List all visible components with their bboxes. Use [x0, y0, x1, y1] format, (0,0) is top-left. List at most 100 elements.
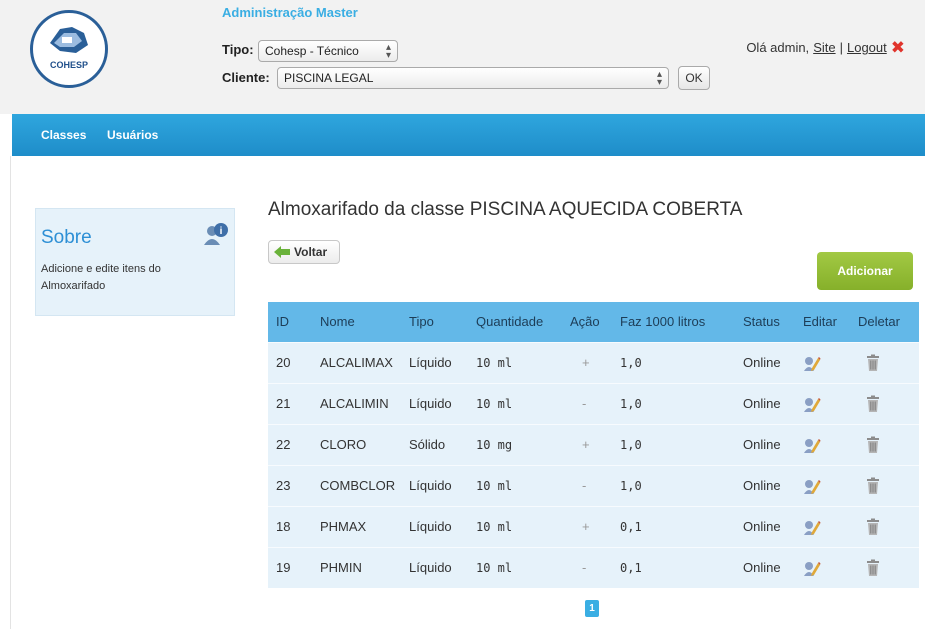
cohesp-logo[interactable]: COHESP: [30, 10, 108, 88]
cell-delete: [850, 546, 919, 588]
ok-button[interactable]: OK: [678, 66, 710, 90]
table-row: 20 ALCALIMAX Líquido 10 ml +1,0 Online: [268, 341, 919, 383]
cell-acao: +: [562, 341, 612, 383]
cell-nome: PHMIN: [312, 546, 401, 588]
pencil-icon[interactable]: [803, 477, 821, 494]
tipo-select-value: Cohesp - Técnico: [265, 44, 359, 58]
nav-item-usuarios[interactable]: Usuários: [107, 128, 158, 142]
add-button[interactable]: Adicionar: [817, 252, 913, 290]
pagination-page-1[interactable]: 1: [585, 600, 599, 617]
cell-status: Online: [735, 546, 795, 588]
col-header-editar: Editar: [803, 314, 837, 330]
col-header-deletar: Deletar: [858, 314, 900, 330]
col-header-id[interactable]: ID: [268, 302, 312, 342]
cell-nome: ALCALIMAX: [312, 341, 401, 383]
cell-acao: -: [562, 464, 612, 506]
admin-title: Administração Master: [222, 5, 358, 20]
cell-nome: CLORO: [312, 423, 401, 465]
cell-edit: [795, 464, 850, 506]
cell-tipo: Líquido: [401, 341, 468, 383]
cliente-select-value: PISCINA LEGAL: [284, 71, 374, 85]
back-button[interactable]: Voltar: [268, 240, 340, 264]
cell-delete: [850, 341, 919, 383]
cell-delete: [850, 464, 919, 506]
cell-tipo: Líquido: [401, 546, 468, 588]
cell-status: Online: [735, 464, 795, 506]
cliente-label: Cliente:: [222, 70, 270, 85]
cell-edit: [795, 546, 850, 588]
trash-icon[interactable]: [864, 559, 882, 576]
cell-status: Online: [735, 382, 795, 424]
cell-faz: 0,1: [612, 505, 735, 547]
cell-id: 23: [268, 464, 312, 506]
col-header-status[interactable]: Status: [735, 302, 795, 342]
pencil-icon[interactable]: [803, 559, 821, 576]
cell-tipo: Líquido: [401, 505, 468, 547]
main-navbar: Classes Usuários: [12, 114, 925, 156]
close-x-icon[interactable]: ✖: [891, 39, 905, 56]
cliente-select[interactable]: PISCINA LEGAL ▴ ▾: [277, 67, 669, 89]
cell-status: Online: [735, 423, 795, 465]
cell-id: 22: [268, 423, 312, 465]
pencil-icon[interactable]: [803, 354, 821, 371]
info-users-icon: i: [204, 223, 228, 245]
back-button-label: Voltar: [294, 245, 328, 259]
cell-quantidade: 10 ml: [468, 464, 562, 506]
cell-id: 19: [268, 546, 312, 588]
cell-nome: COMBCLOR: [312, 464, 401, 506]
cell-acao: +: [562, 505, 612, 547]
trash-icon[interactable]: [864, 436, 882, 453]
cell-id: 18: [268, 505, 312, 547]
cell-status: Online: [735, 505, 795, 547]
col-header-nome[interactable]: Nome: [312, 302, 401, 342]
logo-map-icon: [50, 27, 88, 53]
user-area: Olá admin, Site | Logout ✖: [746, 39, 905, 56]
trash-icon[interactable]: [864, 518, 882, 535]
logo-text: COHESP: [49, 60, 88, 70]
pencil-icon[interactable]: [803, 518, 821, 535]
cell-edit: [795, 423, 850, 465]
cell-faz: 0,1: [612, 546, 735, 588]
cell-delete: [850, 423, 919, 465]
select-arrows-icon: ▴ ▾: [656, 69, 662, 88]
cell-acao: +: [562, 423, 612, 465]
cell-quantidade: 10 ml: [468, 382, 562, 424]
cell-id: 20: [268, 341, 312, 383]
cell-quantidade: 10 ml: [468, 505, 562, 547]
svg-text:i: i: [220, 226, 223, 237]
cell-nome: PHMAX: [312, 505, 401, 547]
col-header-acao[interactable]: Ação: [562, 302, 612, 342]
cell-status: Online: [735, 341, 795, 383]
table-row: 21 ALCALIMIN Líquido 10 ml -1,0 Online: [268, 382, 919, 424]
cell-faz: 1,0: [612, 382, 735, 424]
trash-icon[interactable]: [864, 477, 882, 494]
tipo-select[interactable]: Cohesp - Técnico ▴ ▾: [258, 40, 398, 62]
trash-icon[interactable]: [864, 354, 882, 371]
cell-faz: 1,0: [612, 341, 735, 383]
cell-tipo: Sólido: [401, 423, 468, 465]
cell-id: 21: [268, 382, 312, 424]
pencil-icon[interactable]: [803, 395, 821, 412]
cell-acao: -: [562, 382, 612, 424]
cell-faz: 1,0: [612, 423, 735, 465]
pencil-icon[interactable]: [803, 436, 821, 453]
cell-delete: [850, 382, 919, 424]
top-header: COHESP Administração Master Tipo: Cohesp…: [0, 0, 925, 114]
cell-quantidade: 10 ml: [468, 546, 562, 588]
logout-link[interactable]: Logout: [847, 40, 887, 55]
col-header-tipo[interactable]: Tipo: [401, 302, 468, 342]
left-divider: [10, 156, 11, 629]
arrow-left-icon: [274, 246, 290, 258]
sidebar-about: Sobre i Adicione e edite itens do Almoxa…: [35, 208, 235, 316]
cell-tipo: Líquido: [401, 382, 468, 424]
cell-edit: [795, 382, 850, 424]
col-header-quantidade[interactable]: Quantidade: [468, 302, 562, 342]
table-row: 23 COMBCLOR Líquido 10 ml -1,0 Online: [268, 464, 919, 506]
cell-edit: [795, 505, 850, 547]
cell-quantidade: 10 mg: [468, 423, 562, 465]
nav-item-classes[interactable]: Classes: [41, 128, 86, 142]
trash-icon[interactable]: [864, 395, 882, 412]
col-header-faz[interactable]: Faz 1000 litros: [612, 302, 735, 342]
sidebar-description: Adicione e edite itens do Almoxarifado: [41, 263, 161, 292]
site-link[interactable]: Site: [813, 40, 835, 55]
